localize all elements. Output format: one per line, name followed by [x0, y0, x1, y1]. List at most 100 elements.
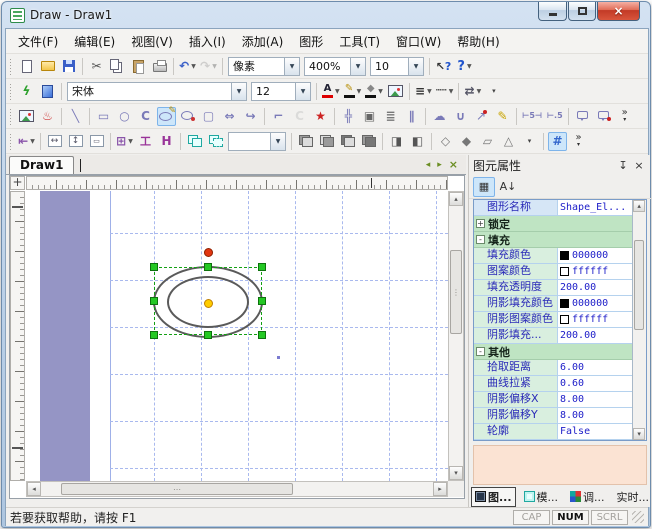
- pie-tool-button[interactable]: [178, 107, 197, 126]
- property-row[interactable]: 阴影偏移Y8.00: [474, 408, 632, 424]
- toolbar-grip[interactable]: [9, 133, 13, 150]
- bring-forward-button[interactable]: [338, 132, 357, 151]
- new-file-button[interactable]: [17, 57, 36, 76]
- panel-close-icon[interactable]: ×: [631, 158, 647, 172]
- help-button[interactable]: ?▼: [455, 57, 474, 76]
- chevron-down-icon[interactable]: ▼: [335, 88, 340, 95]
- closed-curve-tool-button[interactable]: ☁: [430, 107, 449, 126]
- draw-overflow-button[interactable]: »▾: [615, 107, 634, 126]
- property-row[interactable]: 阴影偏移X8.00: [474, 392, 632, 408]
- chevron-down-icon[interactable]: ▼: [128, 138, 133, 145]
- format-overflow-button[interactable]: ▾: [484, 82, 503, 101]
- smooth-node-button[interactable]: △: [499, 132, 518, 151]
- grid-size-combo[interactable]: 10▼: [370, 57, 424, 76]
- grid-scroll-down-icon[interactable]: ▾: [633, 428, 645, 440]
- callout-tool-button[interactable]: [573, 107, 592, 126]
- node-arrow-tool-button[interactable]: ↗: [472, 107, 491, 126]
- line-tool-button[interactable]: ╲: [66, 107, 85, 126]
- menu-file[interactable]: 文件(F): [10, 30, 66, 53]
- selection-handle[interactable]: [258, 297, 266, 305]
- categorized-view-button[interactable]: ▦: [473, 177, 495, 197]
- property-value[interactable]: 200.00: [558, 328, 632, 343]
- callout2-tool-button[interactable]: [594, 107, 613, 126]
- property-value[interactable]: 000000: [558, 248, 632, 263]
- chevron-down-icon[interactable]: ▼: [477, 88, 482, 95]
- toolbar-grip[interactable]: [9, 108, 13, 125]
- horizontal-scrollbar[interactable]: ◂ ⋯ ▸: [26, 481, 448, 497]
- expander-icon[interactable]: -: [476, 235, 485, 244]
- property-category-row[interactable]: -填充: [474, 232, 632, 248]
- menu-add[interactable]: 添加(A): [234, 30, 292, 53]
- arrow-style-button[interactable]: ⇄▼: [463, 82, 482, 101]
- background-image-button[interactable]: [386, 82, 405, 101]
- chevron-down-icon[interactable]: ▼: [357, 88, 362, 95]
- connector-tool-button[interactable]: ╬: [339, 107, 358, 126]
- scroll-up-icon[interactable]: ▴: [449, 192, 463, 206]
- group-button[interactable]: [185, 132, 204, 151]
- scroll-right-icon[interactable]: ▸: [433, 482, 447, 496]
- same-width-button[interactable]: ↔: [45, 132, 64, 151]
- chevron-down-icon[interactable]: ▼: [212, 63, 217, 70]
- menu-insert[interactable]: 插入(I): [181, 30, 234, 53]
- same-height-button[interactable]: ↕: [66, 132, 85, 151]
- center-align-button[interactable]: ⊞▼: [115, 132, 134, 151]
- minimize-button[interactable]: [538, 2, 567, 21]
- print-button[interactable]: [150, 57, 169, 76]
- property-value[interactable]: 0.60: [558, 376, 632, 391]
- property-row[interactable]: 图案颜色ffffff: [474, 264, 632, 280]
- font-color-button[interactable]: A▼: [321, 82, 341, 101]
- chevron-down-icon[interactable]: ▼: [295, 83, 310, 100]
- menu-edit[interactable]: 编辑(E): [66, 30, 123, 53]
- prev-tab-icon[interactable]: ◂: [426, 160, 431, 170]
- arrange-overflow-button[interactable]: »▾: [569, 132, 588, 151]
- rounded-rect-tool-button[interactable]: ▢: [199, 107, 218, 126]
- menu-view[interactable]: 视图(V): [123, 30, 181, 53]
- rotation-handle[interactable]: [204, 248, 213, 257]
- horizontal-center-button[interactable]: H: [157, 132, 176, 151]
- line-color-button[interactable]: ✎▼: [343, 82, 363, 101]
- chevron-down-icon[interactable]: ▼: [449, 88, 454, 95]
- same-size-button[interactable]: ▭: [87, 132, 106, 151]
- arc-tool-button[interactable]: Ϲ: [136, 107, 155, 126]
- next-tab-icon[interactable]: ▸: [437, 160, 442, 170]
- bring-to-front-button[interactable]: [296, 132, 315, 151]
- chevron-down-icon[interactable]: ▼: [408, 58, 423, 75]
- page-setup-button[interactable]: [38, 82, 57, 101]
- zoom-combo[interactable]: 400%▼: [304, 57, 366, 76]
- selection-handle[interactable]: [258, 331, 266, 339]
- menu-shape[interactable]: 图形: [291, 30, 331, 53]
- horizontal-scroll-thumb[interactable]: ⋯: [61, 483, 293, 495]
- snap-grid-button[interactable]: #: [548, 132, 567, 151]
- chevron-down-icon[interactable]: ▼: [427, 88, 432, 95]
- star-tool-button[interactable]: ★: [311, 107, 330, 126]
- layer-combo[interactable]: ▼: [228, 132, 286, 151]
- save-file-button[interactable]: [59, 57, 78, 76]
- chevron-down-icon[interactable]: ▼: [378, 88, 383, 95]
- bent-arrow-tool-button[interactable]: ↪: [241, 107, 260, 126]
- property-row[interactable]: 轮廓False: [474, 424, 632, 440]
- selection-handle[interactable]: [204, 263, 212, 271]
- property-value[interactable]: 200.00: [558, 280, 632, 295]
- open-file-button[interactable]: [38, 57, 57, 76]
- ungroup-button[interactable]: [206, 132, 225, 151]
- copy-button[interactable]: [108, 57, 127, 76]
- ellipse-arc-tool-button[interactable]: ✎: [157, 107, 176, 126]
- rect-tool-button[interactable]: ▭: [94, 107, 113, 126]
- line-width-button[interactable]: ≡▼: [414, 82, 433, 101]
- property-row[interactable]: 阴影填充...200.00: [474, 328, 632, 344]
- context-help-button[interactable]: ↖?: [434, 57, 453, 76]
- panel-tab-1[interactable]: 图...: [471, 487, 516, 507]
- property-row[interactable]: 填充透明度200.00: [474, 280, 632, 296]
- property-category-row[interactable]: +锁定: [474, 216, 632, 232]
- chevron-down-icon[interactable]: ▼: [350, 58, 365, 75]
- chevron-down-icon[interactable]: ▼: [30, 138, 35, 145]
- expander-icon[interactable]: -: [476, 347, 485, 356]
- selection-handle[interactable]: [204, 331, 212, 339]
- menu-help[interactable]: 帮助(H): [449, 30, 507, 53]
- parallel-line-tool-button[interactable]: ∥: [402, 107, 421, 126]
- selection-handle[interactable]: [150, 263, 158, 271]
- drawing-canvas[interactable]: [26, 191, 448, 481]
- property-value[interactable]: Shape_El...: [558, 200, 632, 215]
- property-row[interactable]: 拾取距离6.00: [474, 360, 632, 376]
- property-value[interactable]: 8.00: [558, 408, 632, 423]
